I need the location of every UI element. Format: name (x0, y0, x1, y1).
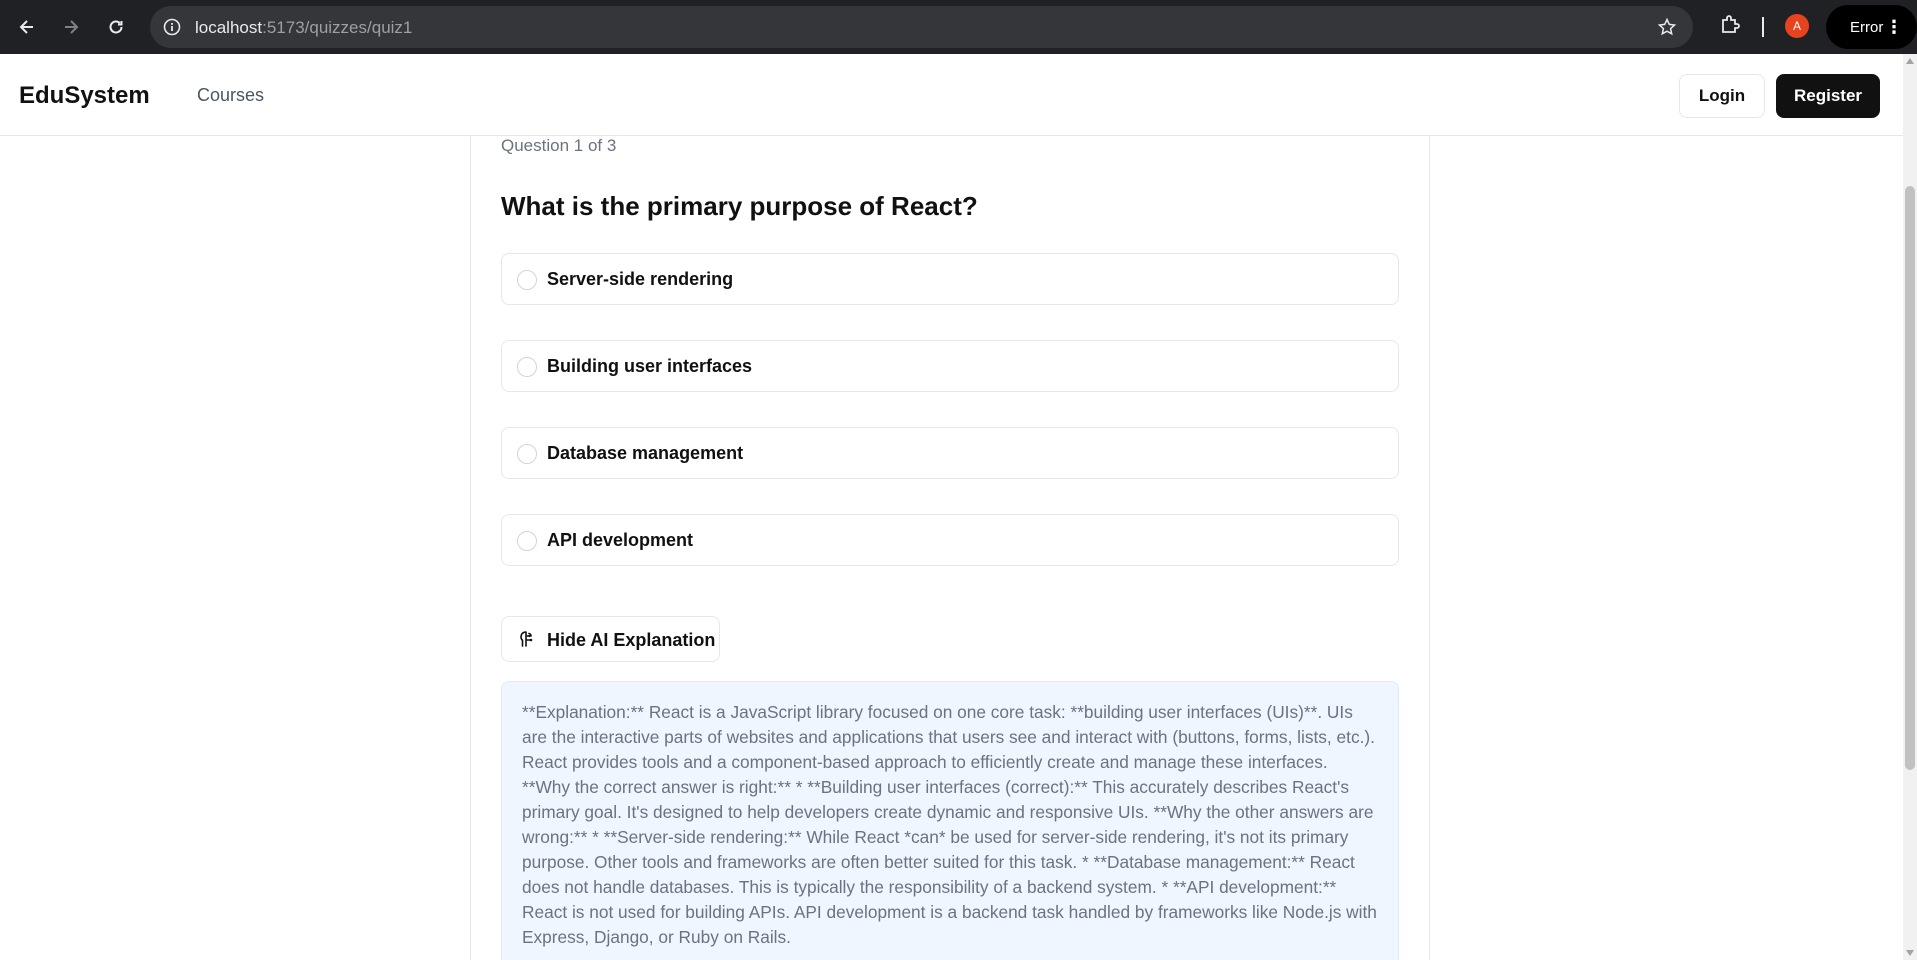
answer-option-label: Server-side rendering (547, 269, 734, 289)
brain-icon (520, 631, 533, 647)
error-chip[interactable]: Error ⋮ (1826, 5, 1917, 49)
answer-option[interactable]: Server-side rendering (501, 253, 1399, 305)
quiz-card: Question 1 of 3 What is the primary purp… (470, 136, 1430, 960)
radio-button[interactable] (517, 531, 537, 551)
scroll-down-arrow-icon[interactable] (1906, 950, 1914, 956)
address-bar[interactable]: localhost:5173/quizzes/quiz1 (150, 6, 1693, 48)
toggle-ai-explanation-label: Hide AI Explanation (547, 630, 716, 650)
radio-button[interactable] (517, 357, 537, 377)
site-info-icon[interactable] (162, 17, 182, 37)
url-text: localhost:5173/quizzes/quiz1 (195, 18, 413, 37)
ai-explanation-panel: **Explanation:** React is a JavaScript l… (501, 681, 1399, 960)
scroll-up-arrow-icon[interactable] (1906, 58, 1914, 64)
radio-button[interactable] (517, 270, 537, 290)
profile-avatar[interactable]: A (1785, 14, 1809, 38)
answer-option-label: API development (547, 530, 694, 550)
toggle-ai-explanation-button[interactable]: Hide AI Explanation (501, 616, 720, 662)
register-button[interactable]: Register (1776, 74, 1880, 118)
answer-option[interactable]: Building user interfaces (501, 340, 1399, 392)
browser-toolbar: localhost:5173/quizzes/quiz1 A Error ⋮ (0, 0, 1917, 54)
forward-icon[interactable] (57, 13, 85, 41)
toolbar-divider (1762, 17, 1764, 37)
brand-logo[interactable]: EduSystem (19, 82, 150, 110)
extensions-icon[interactable] (1718, 13, 1742, 37)
nav-courses-link[interactable]: Courses (197, 85, 264, 106)
login-button[interactable]: Login (1679, 74, 1765, 118)
reload-icon[interactable] (102, 13, 130, 41)
answer-option[interactable]: API development (501, 514, 1399, 566)
app-header: EduSystem Courses Login Register (0, 54, 1903, 136)
answer-option-label: Building user interfaces (547, 356, 753, 376)
answer-option[interactable]: Database management (501, 427, 1399, 479)
back-icon[interactable] (13, 13, 41, 41)
question-progress: Question 1 of 3 (501, 136, 617, 155)
radio-button[interactable] (517, 444, 537, 464)
scroll-thumb[interactable] (1905, 186, 1915, 770)
bookmark-star-icon[interactable] (1657, 17, 1677, 37)
page-scrollbar[interactable] (1903, 54, 1917, 960)
question-title: What is the primary purpose of React? (501, 191, 978, 221)
answer-option-label: Database management (547, 443, 744, 463)
error-label: Error (1850, 18, 1884, 36)
menu-dots-icon[interactable]: ⋮ (1885, 18, 1903, 36)
